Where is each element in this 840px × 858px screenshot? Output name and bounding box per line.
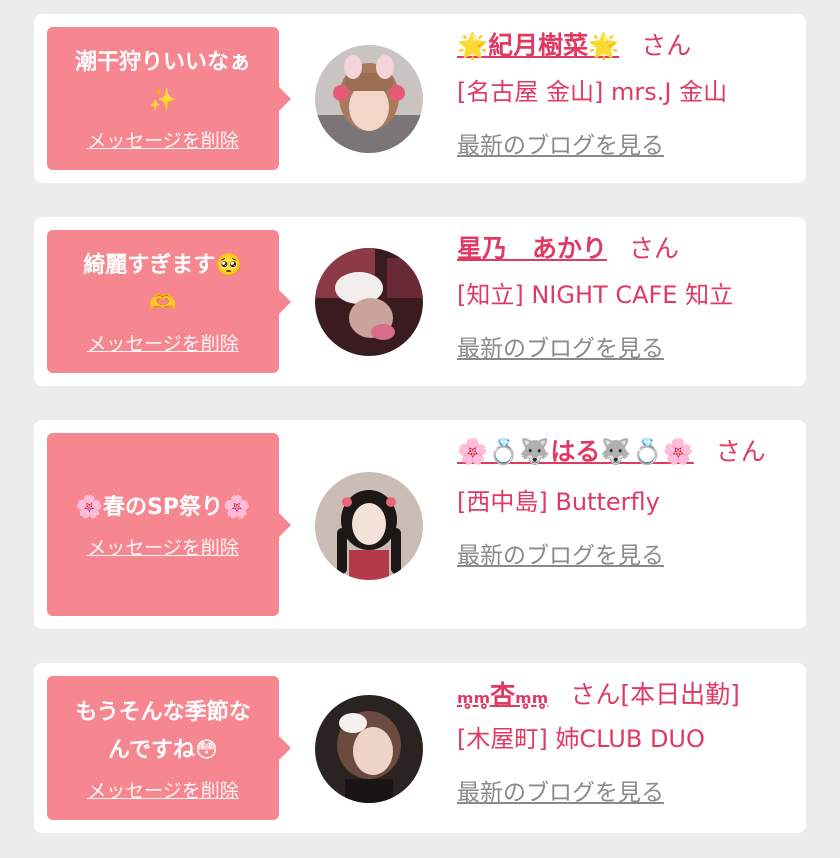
message-bubble: 🌸春のSP祭り🌸 メッセージを削除 xyxy=(47,433,291,616)
honorific: さん xyxy=(715,437,766,466)
message-text: もうそんな季節な んですね😳 xyxy=(75,699,251,763)
shop-name: [木屋町] 姉CLUB DUO xyxy=(457,725,705,753)
message-bubble: 潮干狩りいいなぁ ✨ メッセージを削除 xyxy=(47,27,291,170)
status-badge: [本日出勤] xyxy=(620,680,740,709)
latest-blog-link[interactable]: 最新のブログを見る xyxy=(457,329,787,363)
message-bubble: 綺麗すぎます🥺 🫶 メッセージを削除 xyxy=(47,230,291,373)
avatar[interactable] xyxy=(315,248,423,356)
honorific: さん xyxy=(629,234,680,263)
cast-name-link[interactable]: 🌸💍🐺はる🐺💍🌸 xyxy=(457,437,694,466)
latest-blog-link[interactable]: 最新のブログを見る xyxy=(457,536,787,570)
cast-info: 星乃 あかり さん [知立] NIGHT CAFE 知立 最新のブログを見る xyxy=(457,231,787,363)
delete-message-link[interactable]: メッセージを削除 xyxy=(87,533,239,560)
honorific: さん xyxy=(641,31,692,60)
cast-info: ₘ̥ₘ̥杏ₘ̥ₘ̥ さん[本日出勤] [木屋町] 姉CLUB DUO 最新のブログ… xyxy=(457,677,803,807)
latest-blog-link[interactable]: 最新のブログを見る xyxy=(457,773,803,807)
message-card: 🌸春のSP祭り🌸 メッセージを削除 🌸💍🐺はる🐺💍🌸 さん [西中島] Butte… xyxy=(34,420,806,629)
shop-name: [西中島] Butterfly xyxy=(457,488,660,516)
delete-message-link[interactable]: メッセージを削除 xyxy=(87,776,239,803)
cast-name-link[interactable]: 星乃 あかり xyxy=(457,234,607,263)
message-bubble: もうそんな季節な んですね😳 メッセージを削除 xyxy=(47,676,291,820)
message-text: 🌸春のSP祭り🌸 xyxy=(75,495,251,520)
latest-blog-link[interactable]: 最新のブログを見る xyxy=(457,126,787,160)
shop-name: [知立] NIGHT CAFE 知立 xyxy=(457,281,734,309)
message-text: 潮干狩りいいなぁ ✨ xyxy=(74,50,251,113)
cast-info: 🌸💍🐺はる🐺💍🌸 さん [西中島] Butterfly 最新のブログを見る xyxy=(457,434,787,570)
delete-message-link[interactable]: メッセージを削除 xyxy=(87,329,239,356)
message-card: 潮干狩りいいなぁ ✨ メッセージを削除 🌟紀月樹菜🌟 さん [名古屋 金山] mrs… xyxy=(34,14,806,183)
avatar[interactable] xyxy=(315,472,423,580)
message-card: もうそんな季節な んですね😳 メッセージを削除 ₘ̥ₘ̥杏ₘ̥ₘ̥ さん[本日出勤]… xyxy=(34,663,806,833)
shop-name: [名古屋 金山] mrs.J 金山 xyxy=(457,78,728,106)
delete-message-link[interactable]: メッセージを削除 xyxy=(87,126,239,153)
message-text: 綺麗すぎます🥺 🫶 xyxy=(83,253,243,316)
cast-name-link[interactable]: ₘ̥ₘ̥杏ₘ̥ₘ̥ xyxy=(457,680,548,709)
message-card: 綺麗すぎます🥺 🫶 メッセージを削除 星乃 あかり さん [知立] NIGHT CA… xyxy=(34,217,806,386)
cast-name-link[interactable]: 🌟紀月樹菜🌟 xyxy=(457,31,619,60)
avatar[interactable] xyxy=(315,695,423,803)
avatar[interactable] xyxy=(315,45,423,153)
honorific: さん xyxy=(570,680,621,709)
cast-info: 🌟紀月樹菜🌟 さん [名古屋 金山] mrs.J 金山 最新のブログを見る xyxy=(457,28,787,160)
